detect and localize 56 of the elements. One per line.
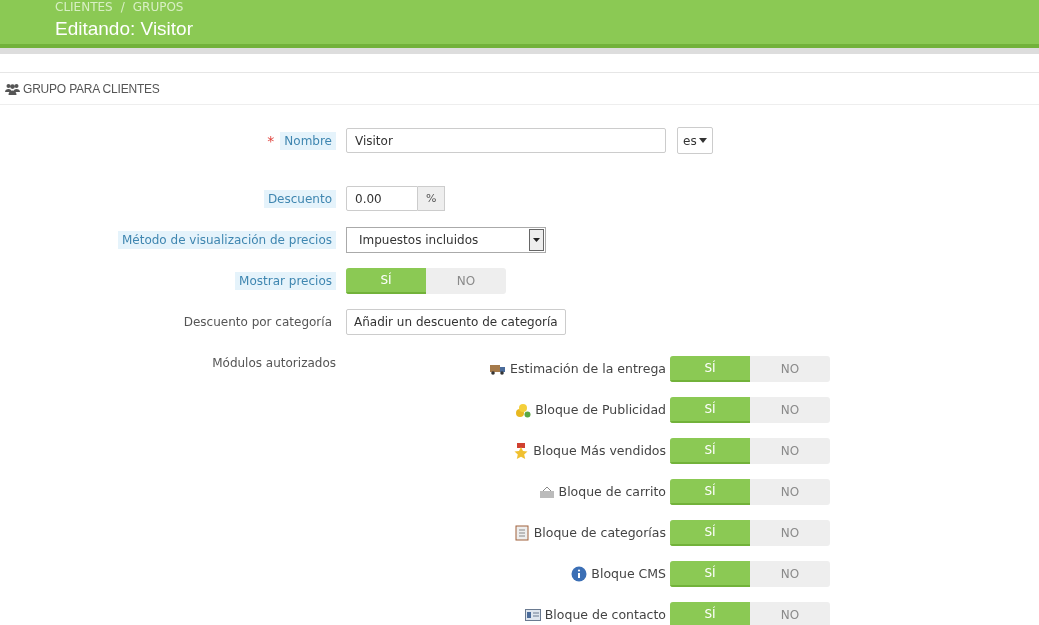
users-icon: [5, 82, 20, 95]
yes-no-switch[interactable]: SÍ NO: [670, 355, 830, 382]
star-medal-icon: [513, 442, 530, 459]
breadcrumb-link[interactable]: GRUPOS: [132, 0, 184, 16]
no-option[interactable]: NO: [750, 355, 830, 382]
yes-option[interactable]: SÍ: [670, 355, 750, 382]
percent-addon: %: [418, 186, 446, 211]
panel-heading: GRUPO PARA CLIENTES: [23, 81, 160, 96]
notebook-icon: [513, 524, 530, 541]
info-icon: [571, 565, 588, 582]
breadcrumb-separator: /: [120, 0, 125, 16]
module-name: Bloque de categorías: [533, 525, 666, 540]
language-dropdown[interactable]: es: [677, 127, 713, 154]
text-field[interactable]: Visitor: [346, 128, 666, 153]
yes-option[interactable]: SÍ: [670, 601, 750, 625]
no-option[interactable]: NO: [750, 519, 830, 546]
field-label: Descuento por categoría: [182, 313, 333, 331]
yes-no-switch[interactable]: SÍ NO: [670, 437, 830, 464]
required-mark: *: [267, 132, 275, 149]
yes-option[interactable]: SÍ: [670, 519, 750, 546]
breadcrumb-link[interactable]: CLIENTES: [55, 0, 113, 16]
yes-no-switch[interactable]: SÍ NO: [346, 267, 506, 294]
module-name: Estimación de la entrega: [510, 361, 666, 376]
yes-option[interactable]: SÍ: [346, 267, 426, 294]
page-title: Editando: Visitor: [55, 17, 194, 41]
yes-no-switch[interactable]: SÍ NO: [670, 601, 830, 625]
yes-option[interactable]: SÍ: [670, 478, 750, 505]
yes-option[interactable]: SÍ: [670, 396, 750, 423]
modules-label: Módulos autorizados: [211, 355, 336, 372]
yes-option[interactable]: SÍ: [670, 560, 750, 587]
no-option[interactable]: NO: [750, 478, 830, 505]
module-name: Bloque CMS: [591, 566, 666, 581]
field-label: Mostrar precios: [235, 271, 336, 290]
module-name: Bloque de Publicidad: [535, 402, 666, 417]
no-option[interactable]: NO: [750, 560, 830, 587]
yes-no-switch[interactable]: SÍ NO: [670, 478, 830, 505]
yes-no-switch[interactable]: SÍ NO: [670, 396, 830, 423]
no-option[interactable]: NO: [750, 437, 830, 464]
yes-no-switch[interactable]: SÍ NO: [670, 560, 830, 587]
caret-icon: [698, 138, 707, 143]
yes-no-switch[interactable]: SÍ NO: [670, 519, 830, 546]
field-label: Nombre: [280, 131, 336, 150]
module-name: Bloque Más vendidos: [533, 443, 666, 458]
no-option[interactable]: NO: [426, 267, 506, 294]
field-label: Método de visualización de precios: [117, 230, 336, 249]
number-field[interactable]: 0.00: [346, 186, 418, 211]
no-option[interactable]: NO: [750, 601, 830, 625]
coins-icon: [515, 401, 532, 418]
field-label: Descuento: [263, 189, 336, 208]
no-option[interactable]: NO: [750, 396, 830, 423]
contact-card-icon: [524, 606, 541, 623]
module-name: Bloque de carrito: [558, 484, 666, 499]
select-dropdown[interactable]: Impuestos incluidos: [346, 226, 546, 253]
add-discount-button[interactable]: Añadir un descuento de categoría: [346, 308, 566, 335]
yes-option[interactable]: SÍ: [670, 437, 750, 464]
module-name: Bloque de contacto: [544, 607, 666, 622]
